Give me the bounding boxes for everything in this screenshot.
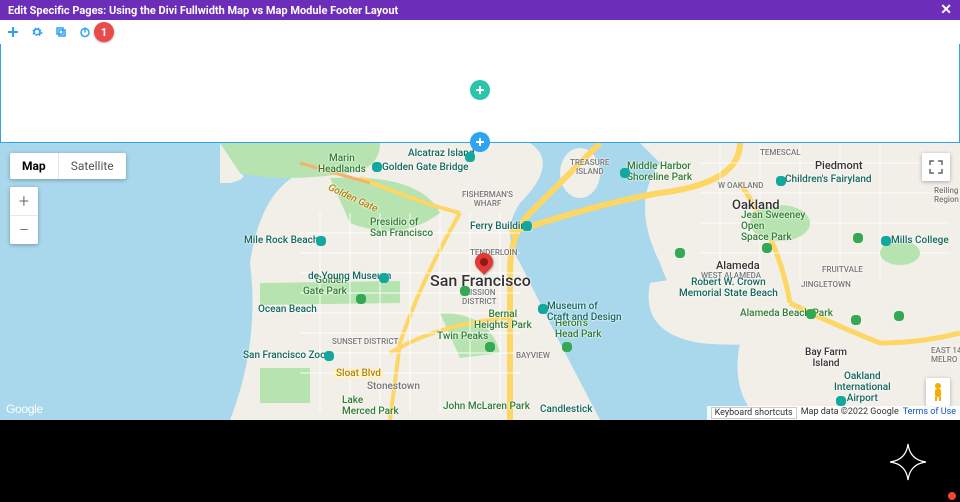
label: TREASURE [570, 158, 609, 167]
map-attribution: Keyboard shortcuts Map data ©2022 Google… [707, 406, 960, 420]
park-pin-icon[interactable] [460, 286, 470, 296]
park-pin-icon[interactable] [762, 243, 772, 253]
label: Children's Fairyland [785, 174, 872, 185]
pegman-button[interactable] [926, 378, 950, 406]
label: Bay Farm Island [805, 347, 847, 369]
record-indicator-icon [948, 492, 956, 500]
duplicate-icon[interactable] [54, 25, 68, 39]
poi-pin-icon[interactable] [776, 176, 786, 186]
add-row-button[interactable] [470, 80, 490, 100]
label: JINGLETOWN [801, 280, 851, 289]
title-bar: Edit Specific Pages: Using the Divi Full… [0, 0, 960, 20]
park-pin-icon[interactable] [806, 309, 816, 319]
label: Golden Gate Bridge [382, 162, 469, 173]
park-pin-icon[interactable] [894, 311, 904, 321]
label: Stonestown [367, 381, 420, 392]
label: SUNSET DISTRICT [332, 337, 398, 346]
close-icon[interactable]: ✕ [940, 2, 952, 18]
park-pin-icon[interactable] [851, 315, 861, 325]
terms-link[interactable]: Terms of Use [903, 407, 956, 419]
label: Reiling Region [934, 186, 959, 204]
map-type-control: Map Satellite [10, 153, 126, 179]
map-type-map[interactable]: Map [10, 153, 59, 179]
poi-pin-icon[interactable] [538, 304, 548, 314]
label: John McLaren Park [443, 401, 530, 412]
label: Ocean Beach [258, 304, 317, 315]
map-module[interactable]: San Francisco Oakland Piedmont Alameda W… [0, 143, 960, 420]
poi-pin-icon[interactable] [465, 152, 475, 162]
fullscreen-button[interactable] [922, 153, 950, 181]
builder-section[interactable] [0, 44, 960, 143]
map-data-label: Map data ©2022 Google [801, 407, 899, 419]
park-pin-icon[interactable] [853, 233, 863, 243]
label: Alameda Beach Park [740, 308, 833, 319]
label: Robert W. Crown Memorial State Beach [679, 277, 778, 299]
star-logo-icon [888, 442, 928, 482]
label: Sloat Blvd [334, 368, 383, 379]
label-pied: Piedmont [815, 159, 863, 172]
park-pin-icon[interactable] [675, 248, 685, 258]
label: Candlestick [540, 404, 593, 415]
label: Lake Merced Park [342, 395, 399, 417]
poi-pin-icon[interactable] [522, 221, 532, 231]
label: Middle Harbor Shoreline Park [627, 161, 692, 183]
label: San Francisco Zoo [243, 350, 326, 361]
label: Marin Headlands [318, 153, 366, 175]
step-badge: 1 [94, 22, 114, 42]
poi-pin-icon[interactable] [316, 236, 326, 246]
poi-pin-icon[interactable] [372, 162, 382, 172]
label: TEMESCAL [760, 148, 801, 157]
label: Twin Peaks [437, 331, 488, 342]
zoom-out-button[interactable]: − [10, 216, 38, 244]
park-pin-icon[interactable] [356, 294, 366, 304]
map-marker[interactable] [475, 253, 493, 271]
label: Mile Rock Beach [244, 235, 318, 246]
label: Bernal Heights Park [474, 309, 532, 331]
park-pin-icon[interactable] [485, 342, 495, 352]
poi-pin-icon[interactable] [881, 236, 891, 246]
title-text: Edit Specific Pages: Using the Divi Full… [8, 4, 398, 17]
kb-shortcuts[interactable]: Keyboard shortcuts [711, 407, 797, 419]
label: FRUITVALE [822, 265, 863, 274]
gear-icon[interactable] [30, 25, 44, 39]
label: FISHERMAN'S WHARF [462, 190, 513, 208]
label: Jean Sweeney Open Space Park [741, 210, 805, 243]
add-section-button[interactable] [470, 132, 490, 152]
section-toolbar: 1 [0, 20, 960, 44]
zoom-control: + − [10, 187, 38, 244]
label: Presidio of San Francisco [370, 217, 433, 239]
poi-pin-icon[interactable] [379, 273, 389, 283]
label: ISLAND [576, 167, 604, 176]
poi-pin-icon[interactable] [620, 168, 630, 178]
map-type-satellite[interactable]: Satellite [59, 153, 126, 179]
poi-pin-icon[interactable] [836, 396, 846, 406]
label: BAYVIEW [516, 351, 550, 360]
label: Museum of Craft and Design [547, 301, 622, 323]
add-icon[interactable] [6, 25, 20, 39]
label: W OAKLAND [718, 181, 763, 190]
poi-pin-icon[interactable] [324, 351, 334, 361]
zoom-in-button[interactable]: + [10, 187, 38, 216]
google-logo: Google [6, 402, 43, 416]
park-pin-icon[interactable] [562, 342, 572, 352]
bottom-panel [0, 420, 960, 502]
label: Mills College [891, 235, 949, 246]
power-icon[interactable] [78, 25, 92, 39]
label: EAST 14 MELRO [931, 346, 960, 364]
